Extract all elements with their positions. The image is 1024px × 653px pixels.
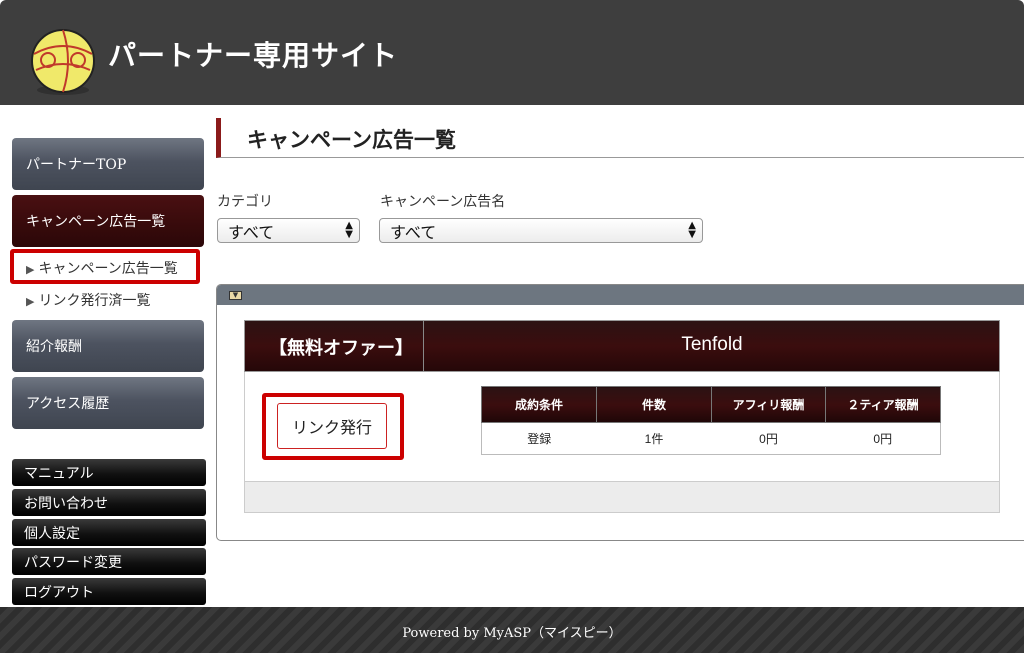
sidebar-item-partner-top[interactable]: パートナーTOP [12,138,204,190]
table-cell: 0円 [711,422,826,455]
campaign-name-select-value: すべて [390,222,437,242]
panel-title-bar: ▼ [217,285,1024,305]
sidebar-item-label: キャンペーン広告一覧 [26,214,166,230]
sidebar-item-label: 個人設定 [24,525,80,542]
sidebar-item-label: パートナーTOP [26,157,127,173]
sidebar-item-campaign-list[interactable]: キャンペーン広告一覧 [12,195,204,247]
table-row: 登録 1件 0円 0円 [481,422,941,455]
subnav-item-label: キャンペーン広告一覧 [38,261,178,277]
reward-table: 成約条件 件数 アフィリ報酬 ２ティア報酬 登録 1件 0円 0円 [481,386,941,455]
triangle-right-icon: ▶ [26,295,35,308]
table-header-cell: 成約条件 [481,386,597,423]
sidebar-item-access-history[interactable]: アクセス履歴 [12,377,204,429]
site-title: パートナー専用サイト [108,39,399,72]
table-cell: 登録 [481,422,597,455]
table-header-cell: アフィリ報酬 [711,386,826,423]
sidebar-item-contact[interactable]: お問い合わせ [12,489,206,516]
footer-text: Powered by MyASP（マイスピー） [402,626,622,641]
panel-collapse-icon[interactable]: ▼ [229,291,242,300]
subnav-item-issued-links[interactable]: ▶ リンク発行済一覧 [26,290,150,310]
sidebar-item-referral-reward[interactable]: 紹介報酬 [12,320,204,372]
sidebar-item-label: お問い合わせ [24,495,108,512]
table-cell: 0円 [825,422,941,455]
table-header-cell: ２ティア報酬 [825,386,941,423]
select-arrows-icon: ▲ ▼ [345,220,353,240]
site-header: パートナー専用サイト [0,0,1024,105]
category-label: カテゴリ [217,194,273,210]
offer-header-divider [423,321,424,371]
partner-logo-ball-icon[interactable] [28,28,98,98]
page-heading: キャンペーン広告一覧 [216,118,1024,158]
table-header-row: 成約条件 件数 アフィリ報酬 ２ティア報酬 [481,386,941,423]
table-cell: 1件 [596,422,712,455]
sidebar-item-label: パスワード変更 [24,554,122,571]
site-footer: Powered by MyASP（マイスピー） [0,607,1024,653]
category-select-value: すべて [228,222,275,242]
campaign-name-label: キャンペーン広告名 [380,194,506,210]
subnav-item-campaign-list[interactable]: ▶ キャンペーン広告一覧 [26,258,178,278]
offer-tag: 【無料オファー】 [269,338,413,358]
triangle-right-icon: ▶ [26,263,35,276]
sidebar-item-manual[interactable]: マニュアル [12,459,206,486]
offer-footer [244,481,1000,513]
offer-name: Tenfold [681,334,743,355]
campaign-name-select[interactable]: すべて ▲ ▼ [379,218,703,243]
sidebar-item-label: アクセス履歴 [26,396,110,412]
sidebar-item-label: マニュアル [24,465,94,482]
sidebar-item-personal-settings[interactable]: 個人設定 [12,519,206,546]
page-title: キャンペーン広告一覧 [247,127,456,152]
select-arrows-icon: ▲ ▼ [688,220,696,240]
table-header-cell: 件数 [596,386,712,423]
sidebar-item-label: 紹介報酬 [26,339,82,355]
category-select[interactable]: すべて ▲ ▼ [217,218,360,243]
sidebar-item-logout[interactable]: ログアウト [12,578,206,605]
offer-header: 【無料オファー】 Tenfold [244,320,1000,372]
sidebar-item-change-password[interactable]: パスワード変更 [12,548,206,575]
issue-link-button[interactable]: リンク発行 [277,403,387,449]
sidebar-item-label: ログアウト [24,584,94,601]
subnav-item-label: リンク発行済一覧 [38,293,151,309]
